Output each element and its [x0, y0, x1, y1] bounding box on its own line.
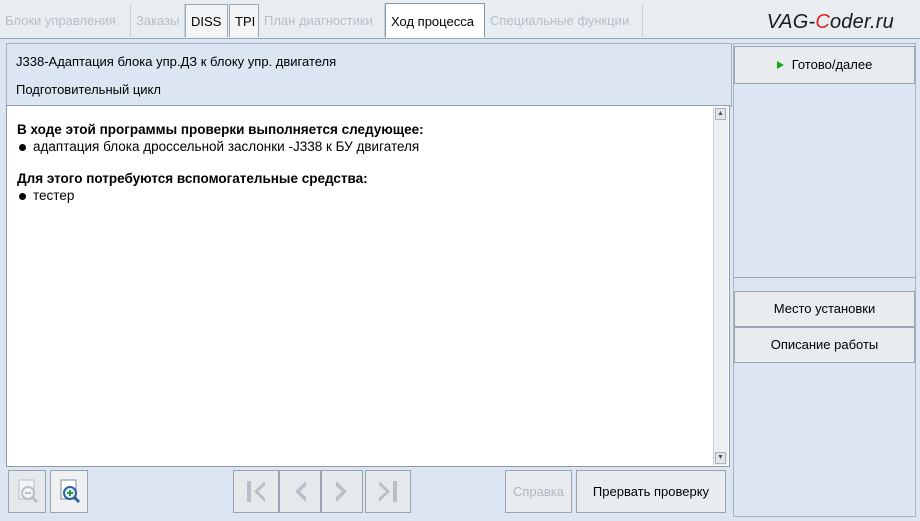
scroll-up-icon[interactable]: ▲ [715, 108, 726, 120]
first-page-icon [247, 481, 265, 502]
help-button[interactable]: Справка [505, 470, 572, 513]
previous-button[interactable] [279, 470, 321, 513]
bullet-icon [19, 193, 26, 200]
process-step: Подготовительный цикл [16, 82, 161, 97]
work-description-button[interactable]: Описание работы [734, 327, 915, 363]
zoom-in-icon [60, 479, 81, 504]
bottom-toolbar: Справка Прервать проверку [6, 467, 730, 517]
list-item: адаптация блока дроссельной заслонки -J3… [17, 138, 707, 155]
vag-coder-logo: VAG-Coder.ru [766, 11, 894, 33]
next-button[interactable] [321, 470, 363, 513]
tab-special-functions[interactable]: Специальные функции [485, 4, 643, 37]
ready-next-button[interactable]: Готово/далее [734, 46, 915, 84]
action-panel: Готово/далее Место установки Описание ра… [733, 43, 916, 517]
instructions-panel: В ходе этой программы проверки выполняет… [6, 105, 730, 467]
play-icon [776, 61, 784, 69]
last-page-button[interactable] [365, 470, 411, 513]
process-header: J338-Адаптация блока упр.ДЗ к блоку упр.… [6, 43, 732, 107]
divider [734, 277, 915, 278]
zoom-in-button[interactable] [50, 470, 88, 513]
tools-heading: Для этого потребуются вспомогательные ср… [17, 171, 368, 186]
instructions-heading: В ходе этой программы проверки выполняет… [17, 122, 424, 137]
tab-control-units[interactable]: Блоки управления [0, 4, 131, 37]
tab-tpi[interactable]: TPI [229, 4, 259, 37]
tab-bar: Блоки управления Заказы DISS TPI План ди… [0, 0, 920, 39]
first-page-button[interactable] [233, 470, 279, 513]
next-icon [336, 481, 347, 502]
tab-orders[interactable]: Заказы [131, 4, 185, 37]
scroll-down-icon[interactable]: ▼ [715, 452, 726, 464]
tab-diagnosis-plan[interactable]: План диагностики [259, 4, 385, 37]
zoom-out-button[interactable] [8, 470, 46, 513]
install-location-button[interactable]: Место установки [734, 291, 915, 327]
tab-diss[interactable]: DISS [185, 4, 228, 37]
process-title: J338-Адаптация блока упр.ДЗ к блоку упр.… [16, 54, 337, 69]
vertical-scrollbar[interactable]: ▲ ▼ [713, 107, 728, 465]
list-item: тестер [17, 187, 707, 204]
bullet-icon [19, 144, 26, 151]
tab-process[interactable]: Ход процесса [385, 3, 485, 38]
zoom-out-icon [18, 479, 39, 504]
previous-icon [295, 481, 306, 502]
abort-test-button[interactable]: Прервать проверку [576, 470, 726, 513]
last-page-icon [379, 481, 397, 502]
